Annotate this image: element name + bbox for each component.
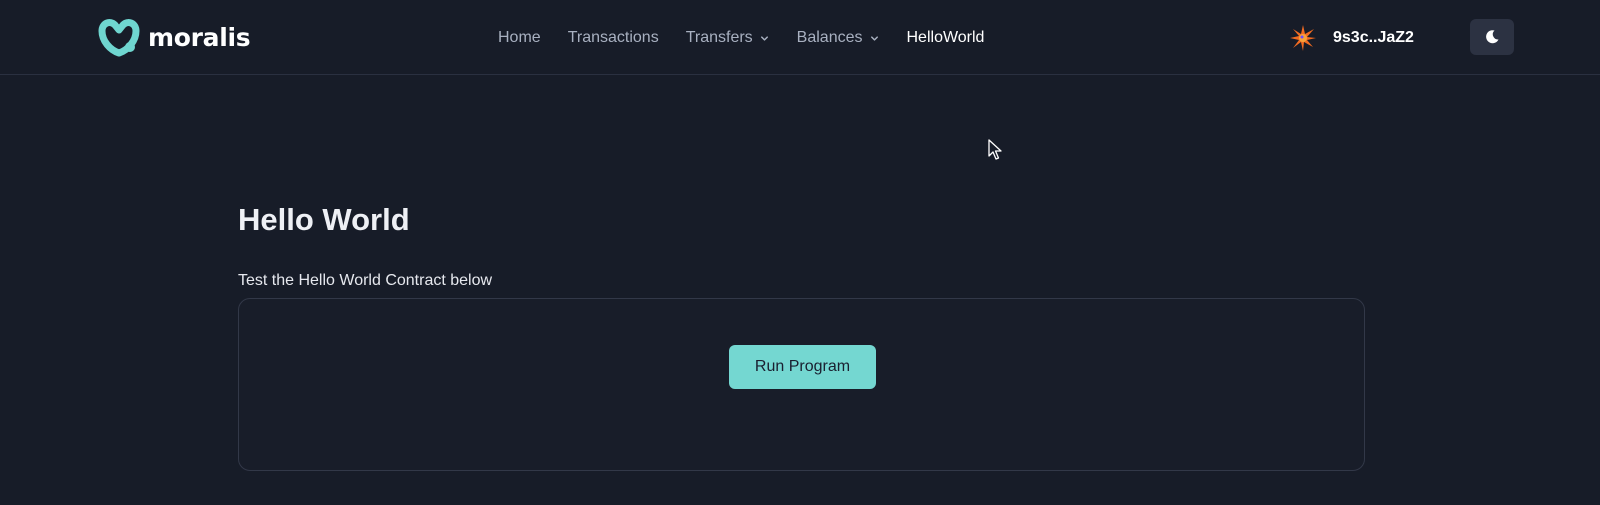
nav-transfers-label: Transfers <box>685 29 753 46</box>
nav-transfers-dropdown[interactable]: Transfers <box>686 29 770 47</box>
mouse-cursor-icon <box>988 139 1002 160</box>
nav-transactions[interactable]: Transactions <box>568 29 659 47</box>
moon-icon <box>1486 30 1499 44</box>
wallet-button[interactable]: 9s3c..JaZ2 <box>1289 24 1414 52</box>
brand-name: moralis <box>148 22 251 52</box>
page-title: Hello World <box>238 202 410 237</box>
starburst-avatar-icon <box>1290 25 1316 51</box>
nav-home[interactable]: Home <box>498 29 541 47</box>
chevron-down-icon <box>760 35 768 41</box>
nav-balances-label: Balances <box>796 29 863 46</box>
run-program-button[interactable]: Run Program <box>729 345 876 389</box>
nav-helloworld[interactable]: HelloWorld <box>907 29 985 47</box>
theme-toggle-button[interactable] <box>1470 19 1514 55</box>
top-navbar: moralis Home Transactions Transfers Bala… <box>0 0 1600 75</box>
nav-transactions-label: Transactions <box>567 29 659 46</box>
nav-balances-dropdown[interactable]: Balances <box>797 29 880 47</box>
chevron-down-icon <box>870 35 878 41</box>
main-nav: Home Transactions Transfers Balances Hel… <box>498 26 984 50</box>
moralis-logo[interactable]: moralis <box>96 17 251 57</box>
wallet-address: 9s3c..JaZ2 <box>1333 29 1414 46</box>
nav-helloworld-label: HelloWorld <box>906 29 985 46</box>
page-subtitle: Test the Hello World Contract below <box>238 272 493 289</box>
moralis-logo-icon <box>98 19 140 57</box>
nav-home-label: Home <box>498 29 541 46</box>
